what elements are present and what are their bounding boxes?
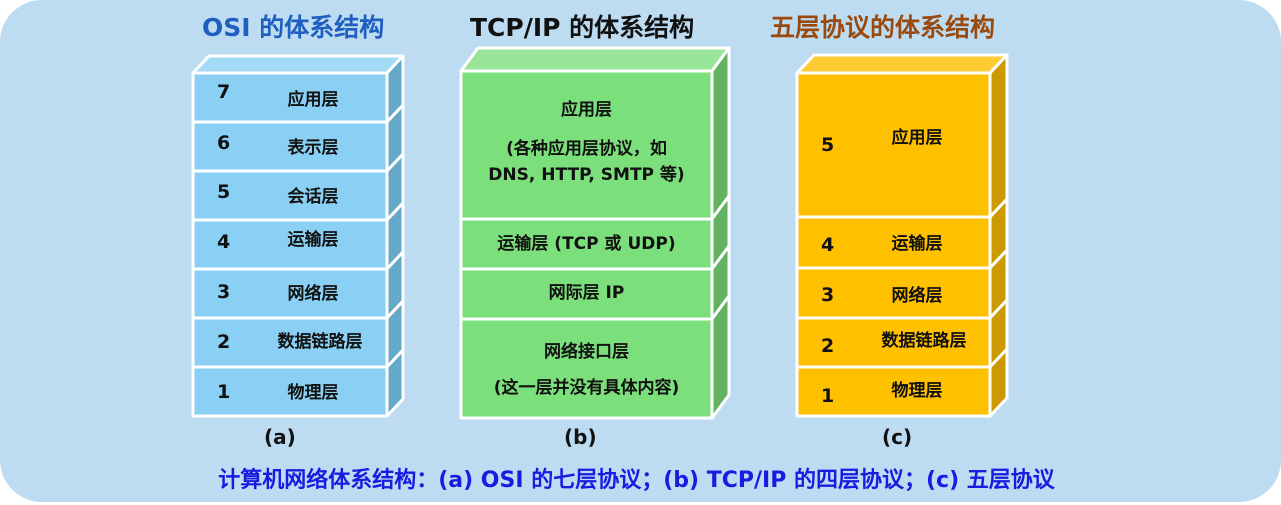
five-layer-1: 1 物理层 (797, 367, 990, 416)
layer-label: 物理层 (891, 381, 943, 401)
five-layer-4: 4 运输层 (797, 217, 990, 268)
five-layer-sublabel: (c) (882, 425, 913, 449)
five-layer-stack-shapes (795, 53, 1009, 418)
five-top-face (795, 53, 1009, 75)
layer-label: 网络层 (891, 286, 943, 306)
osi-sublabel: (a) (264, 425, 296, 449)
layer-number: 2 (821, 335, 835, 357)
layer-label: 数据链路层 (881, 331, 967, 351)
layer-number: 5 (821, 134, 835, 156)
tcpip-sublabel: (b) (564, 425, 597, 449)
layer-number: 3 (821, 284, 835, 306)
layer-label: 运输层 (891, 234, 943, 254)
five-side-face (988, 53, 1009, 219)
layer-number: 1 (821, 385, 835, 407)
figure-caption: 计算机网络体系结构：(a) OSI 的七层协议；(b) TCP/IP 的四层协议… (218, 468, 1055, 493)
layer-number: 4 (821, 234, 835, 256)
five-layer-2: 2 数据链路层 (797, 318, 990, 367)
layer-label: 应用层 (891, 128, 943, 148)
five-layer-5: 5 应用层 (797, 73, 990, 217)
five-layer-3: 3 网络层 (797, 268, 990, 318)
